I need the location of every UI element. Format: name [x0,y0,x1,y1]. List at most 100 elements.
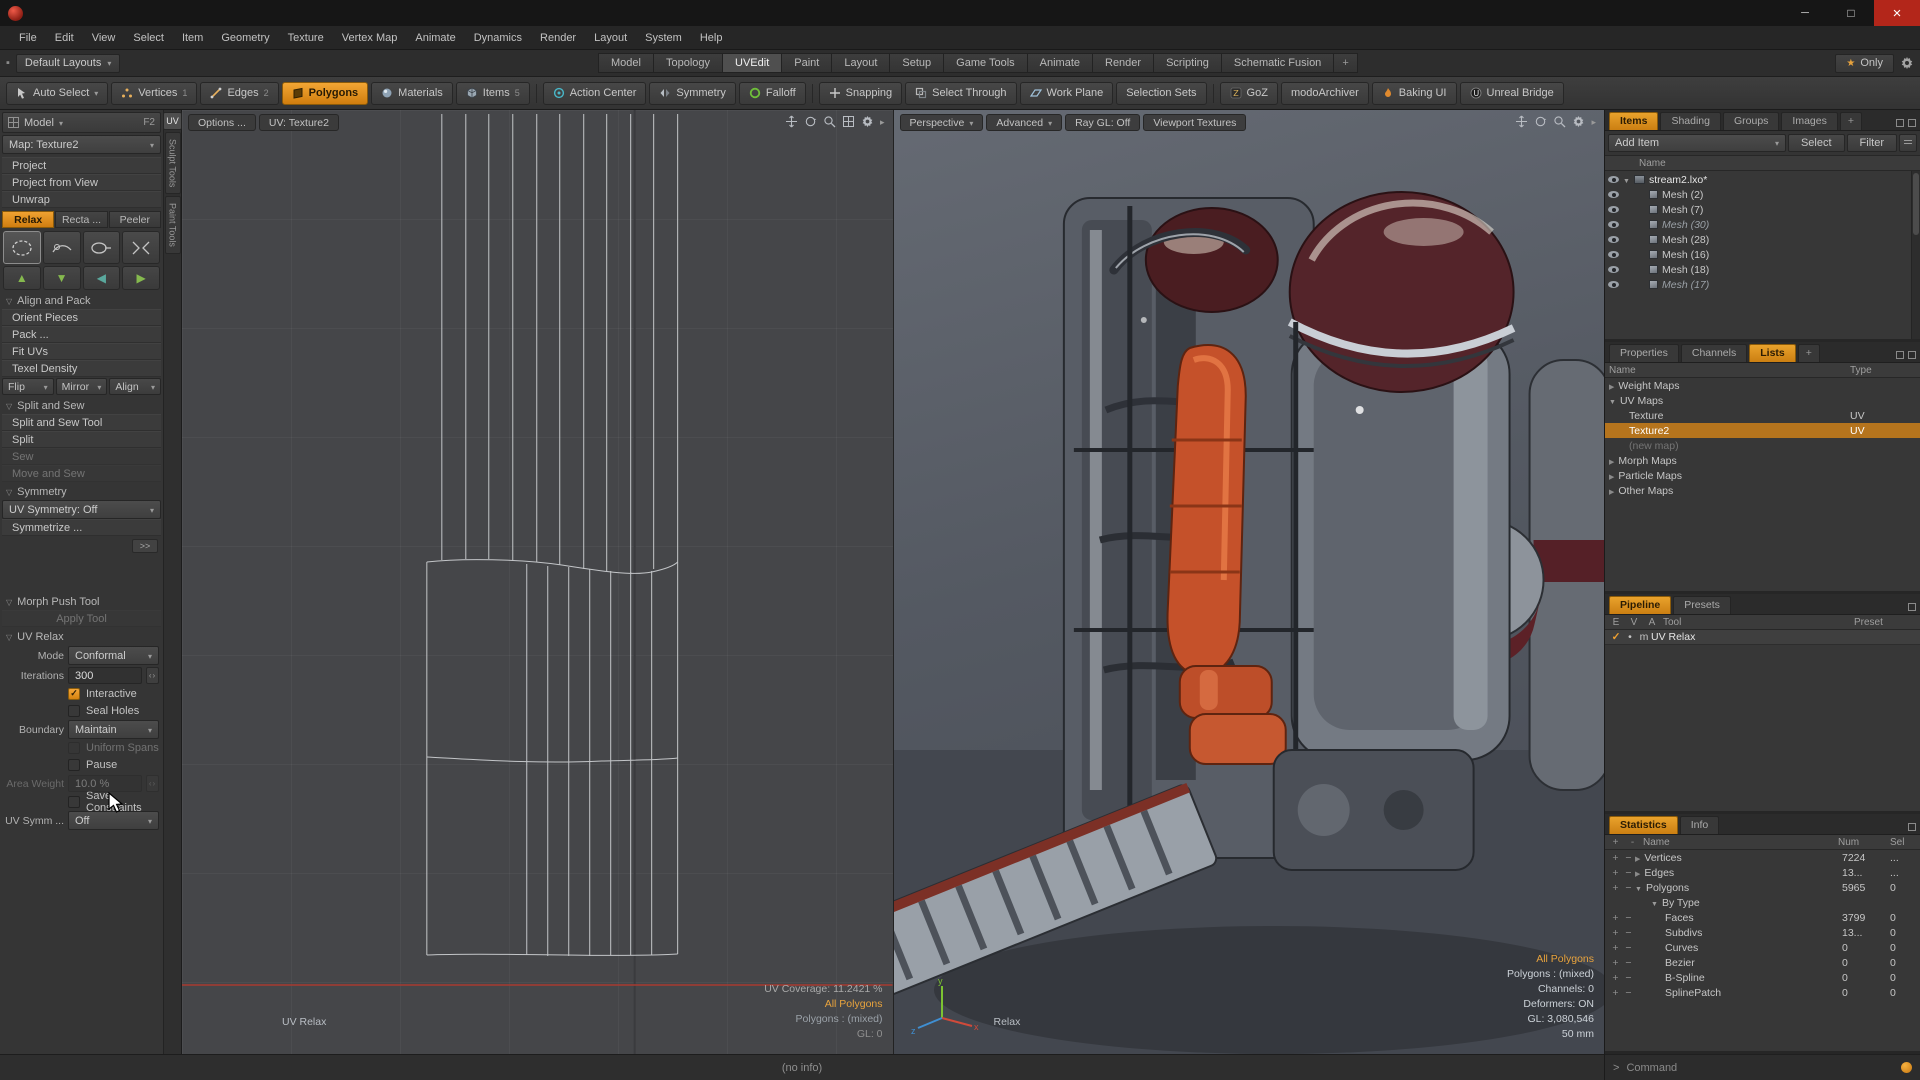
expand-icon[interactable] [1635,852,1640,864]
expand-icon[interactable] [1635,882,1642,894]
mesh-item-row[interactable]: Mesh (28) [1605,232,1920,247]
enabled-check-icon[interactable] [1612,631,1621,643]
tab-images[interactable]: Images [1781,112,1838,130]
list-row-particle-maps[interactable]: Particle Maps [1605,468,1920,483]
add-to-selection-icon[interactable] [1612,942,1618,954]
panel-popout-icon[interactable] [1896,351,1904,359]
menu-vertex-map[interactable]: Vertex Map [333,28,407,48]
split-button[interactable]: Split [2,431,161,448]
section-align-and-pack[interactable]: Align and Pack [2,291,161,309]
mesh-item-row[interactable]: Mesh (30) [1605,217,1920,232]
uv-symmetry-dropdown[interactable]: UV Symmetry: Off [2,500,161,519]
pack-button[interactable]: Pack ... [2,326,161,343]
remove-from-selection-icon[interactable] [1625,882,1631,894]
expand-panel-icon[interactable] [880,116,885,128]
add-to-selection-icon[interactable] [1612,987,1618,999]
expand-icon[interactable] [1635,867,1640,879]
stats-row-by-type[interactable]: By Type [1605,895,1920,910]
mesh-item-row[interactable]: Mesh (2) [1605,187,1920,202]
visible-dot-icon[interactable] [1628,631,1632,643]
tab-channels[interactable]: Channels [1680,344,1748,362]
select-button[interactable]: Select [1787,134,1845,152]
modo-archiver-button[interactable]: modoArchiver [1280,81,1369,105]
polygons-mode-button[interactable]: Polygons [281,81,369,105]
list-row-other-maps[interactable]: Other Maps [1605,483,1920,498]
visibility-eye-icon[interactable] [1608,176,1619,183]
tab-items[interactable]: Items [1609,112,1659,130]
materials-mode-button[interactable]: Materials [371,81,453,105]
tab-setup[interactable]: Setup [889,53,944,73]
falloff-dropdown[interactable]: Falloff [738,81,806,105]
gear-icon[interactable] [1572,115,1585,128]
selection-sets-dropdown[interactable]: Selection Sets [1116,81,1207,105]
move-left-button[interactable] [82,266,121,290]
side-tab-uv[interactable]: UV [163,112,182,130]
mesh-item-row[interactable]: Mesh (16) [1605,247,1920,262]
baking-ui-button[interactable]: Baking UI [1371,81,1457,105]
only-toggle[interactable]: Only [1835,53,1894,73]
move-up-button[interactable] [3,266,41,290]
fit-uvs-button[interactable]: Fit UVs [2,343,161,360]
mesh-item-row[interactable]: Mesh (18) [1605,262,1920,277]
visibility-eye-icon[interactable] [1608,251,1619,258]
uv-map-tab[interactable]: UV: Texture2 [258,114,339,131]
section-split-and-sew[interactable]: Split and Sew [2,396,161,414]
stats-row-vertices[interactable]: Vertices 7224... [1605,850,1920,865]
history-icon[interactable] [1901,1062,1912,1073]
pan-icon[interactable] [1515,115,1528,128]
snapping-button[interactable]: Snapping [818,81,903,105]
tab-presets[interactable]: Presets [1673,596,1731,614]
tab-layout[interactable]: Layout [831,53,890,73]
orbit-icon[interactable] [1534,115,1547,128]
add-to-selection-icon[interactable] [1612,957,1618,969]
tab-shading[interactable]: Shading [1660,112,1721,130]
list-row-morph-maps[interactable]: Morph Maps [1605,453,1920,468]
tab-scripting[interactable]: Scripting [1153,53,1221,73]
tab-pipeline[interactable]: Pipeline [1609,596,1672,614]
stats-row-edges[interactable]: Edges 13...... [1605,865,1920,880]
stats-row-polygons[interactable]: Polygons 5965 0 [1605,880,1920,895]
auto-select-dropdown[interactable]: Auto Select [6,81,109,105]
raygl-toggle[interactable]: Ray GL: Off [1065,114,1141,131]
perspective-dropdown[interactable]: Perspective [899,114,984,131]
add-to-selection-icon[interactable] [1612,972,1618,984]
symmetry-dropdown[interactable]: Symmetry [649,81,736,105]
interactive-checkbox-row[interactable]: Interactive [2,685,161,702]
expand-icon[interactable] [1609,470,1614,482]
work-plane-dropdown[interactable]: Work Plane [1019,81,1114,105]
iterations-stepper[interactable] [146,667,159,684]
expand-icon[interactable] [1609,455,1614,467]
layout-preset-selector[interactable]: Default Layouts [15,53,121,73]
tab-rectangle[interactable]: Recta ... [55,211,108,228]
add-to-selection-icon[interactable] [1612,852,1618,864]
add-to-selection-icon[interactable] [1612,882,1618,894]
tab-schematic-fusion[interactable]: Schematic Fusion [1220,53,1334,73]
pin-icon[interactable] [6,57,10,69]
filter-button[interactable]: Filter [1846,134,1897,152]
stats-row-faces[interactable]: Faces 3799 0 [1605,910,1920,925]
uv-editor-viewport[interactable]: Options ... UV: Texture2 UV Relax UV Cov… [182,110,894,1054]
menu-help[interactable]: Help [691,28,732,48]
panel-popout-icon[interactable] [1896,119,1904,127]
save-constraints-checkbox-row[interactable]: Save Constraints [2,790,161,814]
grid-view-icon[interactable] [842,115,855,128]
gear-icon[interactable] [861,115,874,128]
visibility-eye-icon[interactable] [1608,266,1619,273]
add-panel-tab-button[interactable]: + [1797,344,1820,362]
add-item-dropdown[interactable]: Add Item [1608,134,1786,152]
move-down-button[interactable] [42,266,81,290]
stats-row-splinepatch[interactable]: SplinePatch 0 0 [1605,985,1920,1000]
list-row-texture[interactable]: Texture UV [1605,408,1920,423]
list-row-texture2-selected[interactable]: Texture2 UV [1605,423,1920,438]
visibility-eye-icon[interactable] [1608,221,1619,228]
pause-checkbox-row[interactable]: Pause [2,756,161,773]
command-input[interactable]: Command [1626,1062,1677,1074]
menu-geometry[interactable]: Geometry [212,28,278,48]
tab-peeler[interactable]: Peeler [108,211,161,228]
remove-from-selection-icon[interactable] [1625,987,1631,999]
expand-icon[interactable] [1609,485,1614,497]
side-tab-paint-tools[interactable]: Paint Tools [164,196,181,255]
add-panel-tab-button[interactable]: + [1839,112,1862,130]
uv-map-selector[interactable]: Map: Texture2 [2,135,161,154]
close-button[interactable] [1874,0,1920,26]
